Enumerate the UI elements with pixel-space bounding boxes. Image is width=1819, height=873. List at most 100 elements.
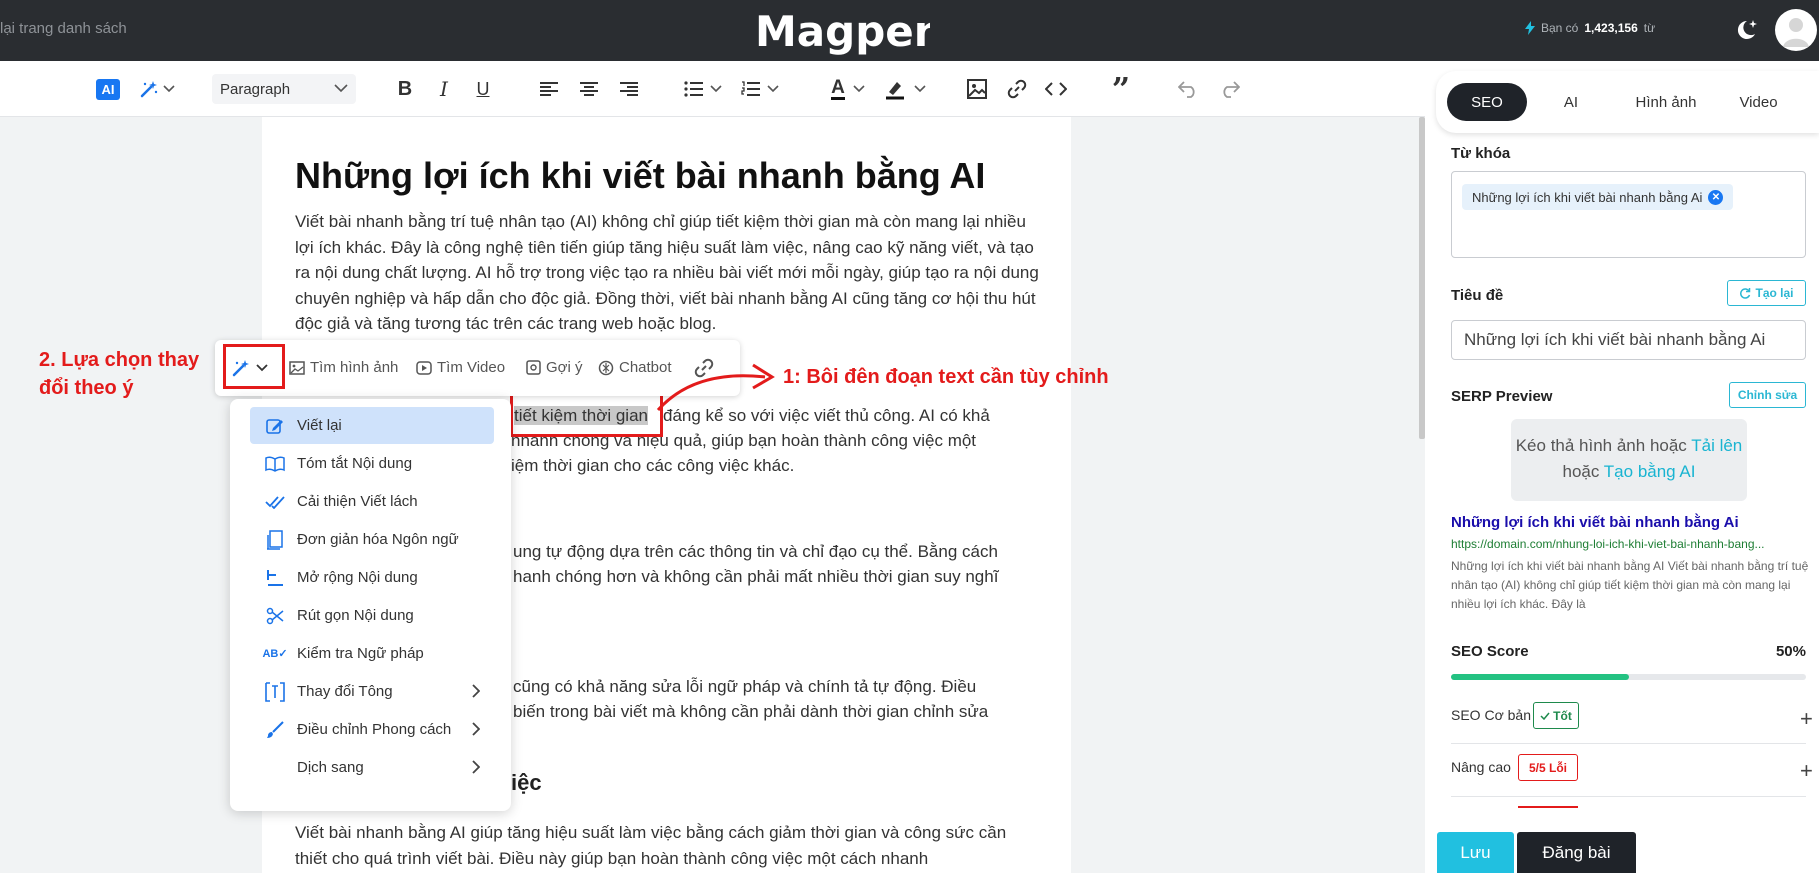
chevron-down-icon (163, 85, 175, 93)
underline-button[interactable]: U (473, 76, 493, 102)
seo-basic-status-label: Tốt (1553, 708, 1572, 723)
intro-paragraph[interactable]: Viết bài nhanh bằng trí tuệ nhân tạo (AI… (295, 209, 1043, 337)
section-heading[interactable]: iệc (511, 770, 542, 796)
title-input[interactable]: Những lợi ích khi viết bài nhanh bằng Ai (1451, 320, 1806, 360)
highlight-color-dropdown[interactable] (880, 76, 930, 102)
numbered-list-icon (741, 81, 760, 96)
paragraph3-line1[interactable]: ung tự động dựa trên các thông tin và ch… (513, 542, 998, 562)
menu-item-grammar-check[interactable]: AB✓ Kiểm tra Ngữ pháp (250, 635, 494, 672)
menu-item-adjust-style[interactable]: Điều chỉnh Phong cách (250, 711, 494, 748)
publish-button[interactable]: Đăng bài (1517, 832, 1636, 873)
upload-link[interactable]: Tải lên (1691, 436, 1742, 455)
suggest-button[interactable]: Gợi ý (526, 359, 583, 376)
seo-side-panel: SEO AI Hình ảnh Video Từ khóa Những lợi … (1425, 61, 1819, 873)
menu-item-simplify[interactable]: Đơn giản hóa Ngôn ngữ (250, 521, 494, 558)
numbered-list-dropdown[interactable] (740, 76, 780, 102)
suggestion-icon (526, 360, 541, 375)
regenerate-title-button[interactable]: Tạo lại (1727, 280, 1806, 306)
paragraph5[interactable]: Viết bài nhanh bằng AI giúp tăng hiệu su… (295, 820, 1043, 871)
align-right-button[interactable] (618, 76, 640, 102)
tab-images[interactable]: Hình ảnh (1621, 83, 1711, 121)
paragraph2-line3[interactable]: iệm thời gian cho các công việc khác. (511, 456, 794, 476)
italic-button[interactable]: I (434, 76, 454, 102)
divider (1451, 796, 1806, 797)
edit-serp-button[interactable]: Chỉnh sửa (1729, 382, 1806, 408)
ai-button[interactable]: AI (96, 79, 120, 100)
tab-seo[interactable]: SEO (1447, 83, 1527, 121)
brush-icon (265, 720, 285, 740)
credits-value: 1,423,156 (1584, 21, 1638, 35)
keyword-chip[interactable]: Những lợi ích khi viết bài nhanh bằng Ai… (1462, 184, 1734, 210)
theme-toggle-icon[interactable] (1732, 16, 1760, 44)
annotation-arrow-icon (656, 363, 775, 412)
spellcheck-icon: AB✓ (262, 648, 288, 660)
paragraph-style-select[interactable]: Paragraph (212, 74, 356, 104)
bullet-list-dropdown[interactable] (683, 76, 723, 102)
menu-item-label: Cải thiện Viết lách (297, 493, 418, 510)
menu-item-label: Tóm tắt Nội dung (297, 455, 413, 472)
tab-ai[interactable]: AI (1546, 83, 1596, 121)
insert-link-button[interactable] (1006, 76, 1028, 102)
code-button[interactable] (1044, 76, 1068, 102)
align-left-icon (540, 82, 558, 96)
code-icon (1045, 82, 1067, 96)
image-drop-zone[interactable]: Kéo thả hình ảnh hoặc Tải lên hoặc Tạo b… (1511, 419, 1747, 501)
find-video-button[interactable]: Tìm Video (416, 359, 505, 376)
magic-wand-icon (140, 81, 158, 98)
find-image-button[interactable]: Tìm hình ảnh (289, 359, 398, 376)
find-video-label: Tìm Video (437, 359, 506, 376)
paragraph4-line2[interactable]: biến trong bài viết mà không cần phải dà… (513, 702, 988, 722)
align-center-icon (580, 82, 598, 96)
menu-item-label: Rút gọn Nội dung (297, 607, 414, 624)
menu-item-summarize[interactable]: Tóm tắt Nội dung (250, 445, 494, 482)
menu-item-change-tone[interactable]: Thay đổi Tông (250, 673, 494, 710)
magpen-logo[interactable]: Magpen (755, 2, 930, 58)
keyword-label: Từ khóa (1451, 145, 1511, 162)
user-avatar[interactable] (1775, 9, 1817, 51)
undo-button[interactable] (1177, 76, 1199, 102)
menu-item-improve[interactable]: Cải thiện Viết lách (250, 483, 494, 520)
menu-item-label: Đơn giản hóa Ngôn ngữ (297, 531, 459, 548)
double-check-icon (265, 492, 285, 512)
step1-annotation: 1: Bôi đên đoạn text cần tùy chỉnh (783, 366, 1109, 388)
keyword-input[interactable]: Những lợi ích khi viết bài nhanh bằng Ai… (1451, 171, 1806, 258)
menu-item-expand[interactable]: Mở rộng Nội dung (250, 559, 494, 596)
menu-item-shorten[interactable]: Rút gọn Nội dung (250, 597, 494, 634)
generate-with-ai-link[interactable]: Tạo bằng AI (1604, 462, 1696, 481)
save-button[interactable]: Lưu (1437, 832, 1514, 873)
seo-basic-status-badge: Tốt (1533, 702, 1579, 729)
seo-basic-label: SEO Cơ bản (1451, 707, 1531, 723)
text-color-icon: A (831, 77, 845, 100)
blockquote-button[interactable]: ” (1110, 73, 1132, 105)
book-icon (265, 454, 285, 474)
document-title[interactable]: Những lợi ích khi viết bài nhanh bằng AI (295, 155, 985, 197)
expand-lines-icon (265, 568, 285, 588)
expand-advanced-icon[interactable]: + (1800, 760, 1813, 782)
drop-zone-text: Kéo thả hình ảnh hoặc (1515, 436, 1687, 455)
video-icon (416, 360, 432, 375)
align-left-button[interactable] (538, 76, 560, 102)
menu-item-translate[interactable]: Dịch sang (250, 749, 494, 786)
panel-tabs: SEO AI Hình ảnh Video (1436, 71, 1819, 133)
insert-image-button[interactable] (966, 76, 988, 102)
ai-magic-dropdown[interactable] (137, 76, 177, 102)
top-bar: lại trang danh sách Magpen Bạn có 1,423,… (0, 0, 1819, 61)
expand-seo-basic-icon[interactable]: + (1800, 708, 1813, 730)
paragraph3-line2[interactable]: hanh chóng hơn và không cần phải mất nhi… (513, 567, 998, 587)
align-center-button[interactable] (578, 76, 600, 102)
remove-keyword-icon[interactable]: ✕ (1708, 189, 1724, 205)
step2-annotation: 2. Lựa chọn thay đổi theo ý (39, 346, 199, 402)
text-color-dropdown[interactable]: A (823, 76, 873, 102)
bold-button[interactable]: B (395, 76, 415, 102)
paragraph4-line1[interactable]: cũng có khả năng sửa lỗi ngữ pháp và chí… (513, 677, 976, 697)
menu-item-rewrite[interactable]: Viết lại (250, 407, 494, 444)
serp-preview-url: https://domain.com/nhung-loi-ich-khi-vie… (1451, 537, 1765, 551)
check-icon (1540, 712, 1550, 720)
seo-score-bar-fill (1451, 674, 1629, 680)
redo-button[interactable] (1219, 76, 1241, 102)
serp-preview-description: Những lợi ích khi viết bài nhanh bằng AI… (1451, 559, 1809, 611)
back-to-list-link[interactable]: lại trang danh sách (0, 20, 127, 37)
tab-video[interactable]: Video (1721, 83, 1796, 121)
chevron-right-icon (472, 722, 480, 736)
refresh-icon (1740, 288, 1751, 299)
